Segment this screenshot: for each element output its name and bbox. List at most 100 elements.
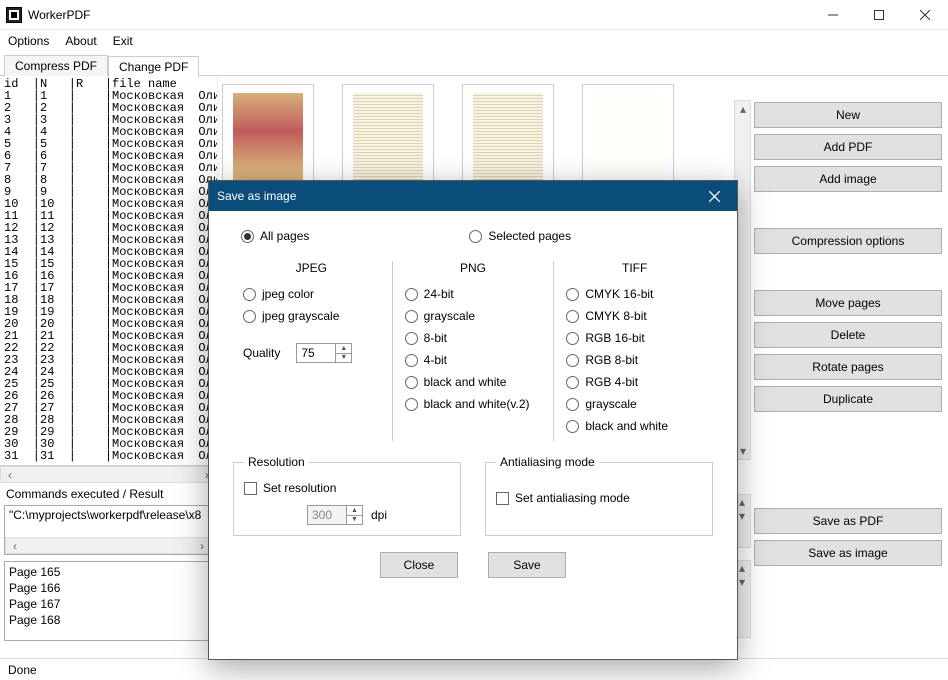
save-as-pdf-button[interactable]: Save as PDF — [754, 508, 942, 534]
radio-tiff-rgb16[interactable]: RGB 16-bit — [566, 331, 703, 345]
radio-dot-icon — [405, 288, 418, 301]
radio-dot-icon — [566, 398, 579, 411]
radio-dot-icon — [405, 398, 418, 411]
commands-label: Commands executed / Result — [0, 483, 217, 505]
app-icon — [6, 7, 22, 23]
duplicate-button[interactable]: Duplicate — [754, 386, 942, 412]
page-entry[interactable]: Page 166 — [9, 580, 208, 596]
spin-down-icon[interactable]: ▼ — [336, 354, 351, 363]
checkbox-icon — [244, 482, 257, 495]
scroll-left-icon[interactable]: ‹ — [3, 468, 17, 482]
new-button[interactable]: New — [754, 102, 942, 128]
radio-png-4bit[interactable]: 4-bit — [405, 353, 542, 367]
radio-dot-icon — [243, 288, 256, 301]
radio-all-pages[interactable]: All pages — [241, 229, 309, 243]
save-as-image-button[interactable]: Save as image — [754, 540, 942, 566]
radio-label: Selected pages — [488, 229, 571, 243]
dpi-input[interactable] — [308, 506, 346, 524]
dialog-close-button[interactable] — [699, 181, 729, 211]
set-antialias-checkbox[interactable]: Set antialiasing mode — [496, 491, 702, 505]
scroll-left-icon[interactable]: ‹ — [8, 539, 22, 553]
quality-input[interactable] — [297, 344, 335, 362]
menu-options[interactable]: Options — [8, 34, 49, 48]
radio-tiff-bw[interactable]: black and white — [566, 419, 703, 433]
commands-hscroll[interactable]: ‹ › — [5, 537, 212, 554]
radio-tiff-cmyk8[interactable]: CMYK 8-bit — [566, 309, 703, 323]
radio-dot-icon — [566, 288, 579, 301]
dialog-save-button[interactable]: Save — [488, 552, 566, 578]
page-entry[interactable]: Page 167 — [9, 596, 208, 612]
radio-selected-pages[interactable]: Selected pages — [469, 229, 571, 243]
left-column: id |N |R |file name 1 |1 | |Московская О… — [0, 76, 218, 658]
set-resolution-checkbox[interactable]: Set resolution — [244, 481, 450, 495]
app-title: WorkerPDF — [28, 8, 90, 22]
tab-change-pdf[interactable]: Change PDF — [108, 56, 199, 77]
maximize-button[interactable] — [856, 0, 902, 30]
png-heading: PNG — [405, 261, 542, 275]
radio-dot-icon — [566, 310, 579, 323]
dpi-spinner[interactable]: ▲▼ — [307, 505, 363, 525]
page-entry[interactable]: Page 168 — [9, 612, 208, 628]
spin-up-icon[interactable]: ▲ — [336, 344, 351, 354]
resolution-legend: Resolution — [244, 455, 309, 469]
radio-dot-icon — [405, 332, 418, 345]
dpi-unit: dpi — [371, 508, 387, 522]
move-pages-button[interactable]: Move pages — [754, 290, 942, 316]
jpeg-heading: JPEG — [243, 261, 380, 275]
resolution-fieldset: Resolution Set resolution ▲▼ dpi — [233, 455, 461, 536]
commands-text: "C:\myprojects\workerpdf\release\x8 — [9, 508, 201, 522]
radio-png-bw2[interactable]: black and white(v.2) — [405, 397, 542, 411]
radio-dot-icon — [241, 230, 254, 243]
radio-dot-icon — [566, 354, 579, 367]
spin-up-icon[interactable]: ▲ — [347, 506, 362, 516]
dialog-close-action-button[interactable]: Close — [380, 552, 458, 578]
file-list[interactable]: id |N |R |file name 1 |1 | |Московская О… — [0, 76, 217, 466]
tab-compress-pdf[interactable]: Compress PDF — [4, 55, 108, 76]
scroll-up-icon[interactable]: ▴ — [736, 102, 750, 116]
add-image-button[interactable]: Add image — [754, 166, 942, 192]
status-text: Done — [8, 663, 37, 677]
radio-dot-icon — [566, 420, 579, 433]
radio-dot-icon — [405, 310, 418, 323]
dialog-title: Save as image — [217, 189, 296, 203]
menu-exit[interactable]: Exit — [113, 34, 133, 48]
radio-png-grayscale[interactable]: grayscale — [405, 309, 542, 323]
radio-jpeg-grayscale[interactable]: jpeg grayscale — [243, 309, 380, 323]
spin-down-icon[interactable]: ▼ — [347, 516, 362, 525]
commands-box[interactable]: "C:\myprojects\workerpdf\release\x8 ‹ › — [4, 505, 213, 555]
radio-tiff-grayscale[interactable]: grayscale — [566, 397, 703, 411]
quality-label: Quality — [243, 346, 280, 360]
radio-png-8bit[interactable]: 8-bit — [405, 331, 542, 345]
rotate-pages-button[interactable]: Rotate pages — [754, 354, 942, 380]
compression-options-button[interactable]: Compression options — [754, 228, 942, 254]
radio-dot-icon — [405, 376, 418, 389]
statusbar: Done — [0, 658, 948, 680]
minimize-button[interactable] — [810, 0, 856, 30]
radio-jpeg-color[interactable]: jpeg color — [243, 287, 380, 301]
close-button[interactable] — [902, 0, 948, 30]
titlebar: WorkerPDF — [0, 0, 948, 30]
dialog-titlebar[interactable]: Save as image — [209, 181, 737, 211]
radio-tiff-cmyk16[interactable]: CMYK 16-bit — [566, 287, 703, 301]
radio-dot-icon — [243, 310, 256, 323]
radio-label: All pages — [260, 229, 309, 243]
add-pdf-button[interactable]: Add PDF — [754, 134, 942, 160]
scroll-right-icon[interactable]: › — [195, 539, 209, 553]
quality-spinner[interactable]: ▲▼ — [296, 343, 352, 363]
radio-tiff-rgb4[interactable]: RGB 4-bit — [566, 375, 703, 389]
page-entry[interactable]: Page 165 — [9, 564, 208, 580]
radio-png-bw[interactable]: black and white — [405, 375, 542, 389]
menu-about[interactable]: About — [65, 34, 96, 48]
tabs: Compress PDF Change PDF — [0, 52, 948, 76]
radio-dot-icon — [405, 354, 418, 367]
save-as-image-dialog: Save as image All pages Selected pages J… — [208, 180, 738, 660]
antialias-legend: Antialiasing mode — [496, 455, 599, 469]
delete-button[interactable]: Delete — [754, 322, 942, 348]
pages-box[interactable]: Page 165Page 166Page 167Page 168 — [4, 561, 213, 641]
radio-tiff-rgb8[interactable]: RGB 8-bit — [566, 353, 703, 367]
file-list-hscroll[interactable]: ‹ › — [0, 466, 217, 483]
scroll-down-icon[interactable]: ▾ — [736, 444, 750, 458]
radio-png-24bit[interactable]: 24-bit — [405, 287, 542, 301]
sidebar: New Add PDF Add image Compression option… — [748, 76, 948, 658]
tiff-heading: TIFF — [566, 261, 703, 275]
